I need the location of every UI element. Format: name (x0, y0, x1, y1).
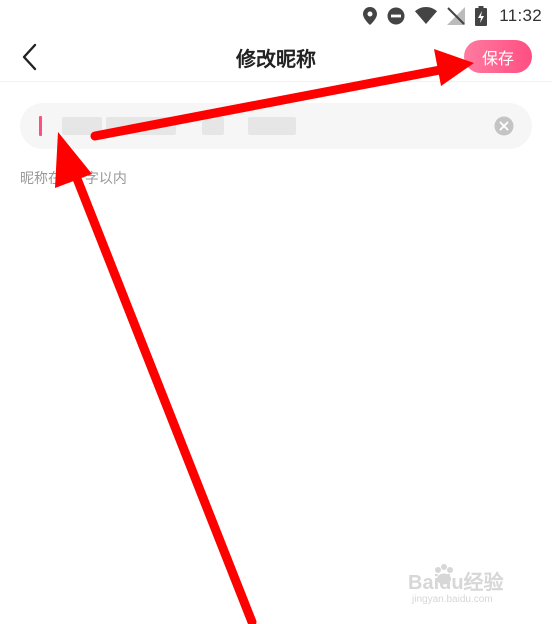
text-caret (39, 116, 42, 136)
blurred-text-4 (248, 117, 296, 135)
save-button[interactable]: 保存 (464, 40, 532, 73)
nickname-hint: 昵称在1个字以内 (20, 171, 127, 187)
wifi-icon (415, 7, 438, 24)
blurred-text-3 (202, 117, 224, 135)
status-bar: 11:32 (0, 0, 552, 32)
annotation-arrows (55, 49, 474, 624)
dnd-icon (387, 7, 405, 25)
nav-bar: 修改昵称 保存 (0, 32, 552, 82)
location-icon (363, 7, 378, 25)
watermark-brand: Baidu经验 (408, 572, 504, 594)
no-signal-icon (447, 7, 466, 25)
nickname-input[interactable] (20, 103, 532, 149)
arrow-to-input (55, 132, 257, 624)
status-time: 11:32 (499, 6, 542, 25)
blurred-text-1 (62, 117, 102, 135)
clear-circle-icon[interactable] (494, 116, 514, 136)
baidu-jingyan-watermark: Baidu经验 jingyan.baidu.com (408, 564, 528, 610)
watermark-url: jingyan.baidu.com (412, 594, 493, 605)
blurred-text-2 (106, 117, 176, 135)
battery-charging-icon (475, 6, 488, 26)
status-icons: 11:32 (363, 4, 542, 28)
